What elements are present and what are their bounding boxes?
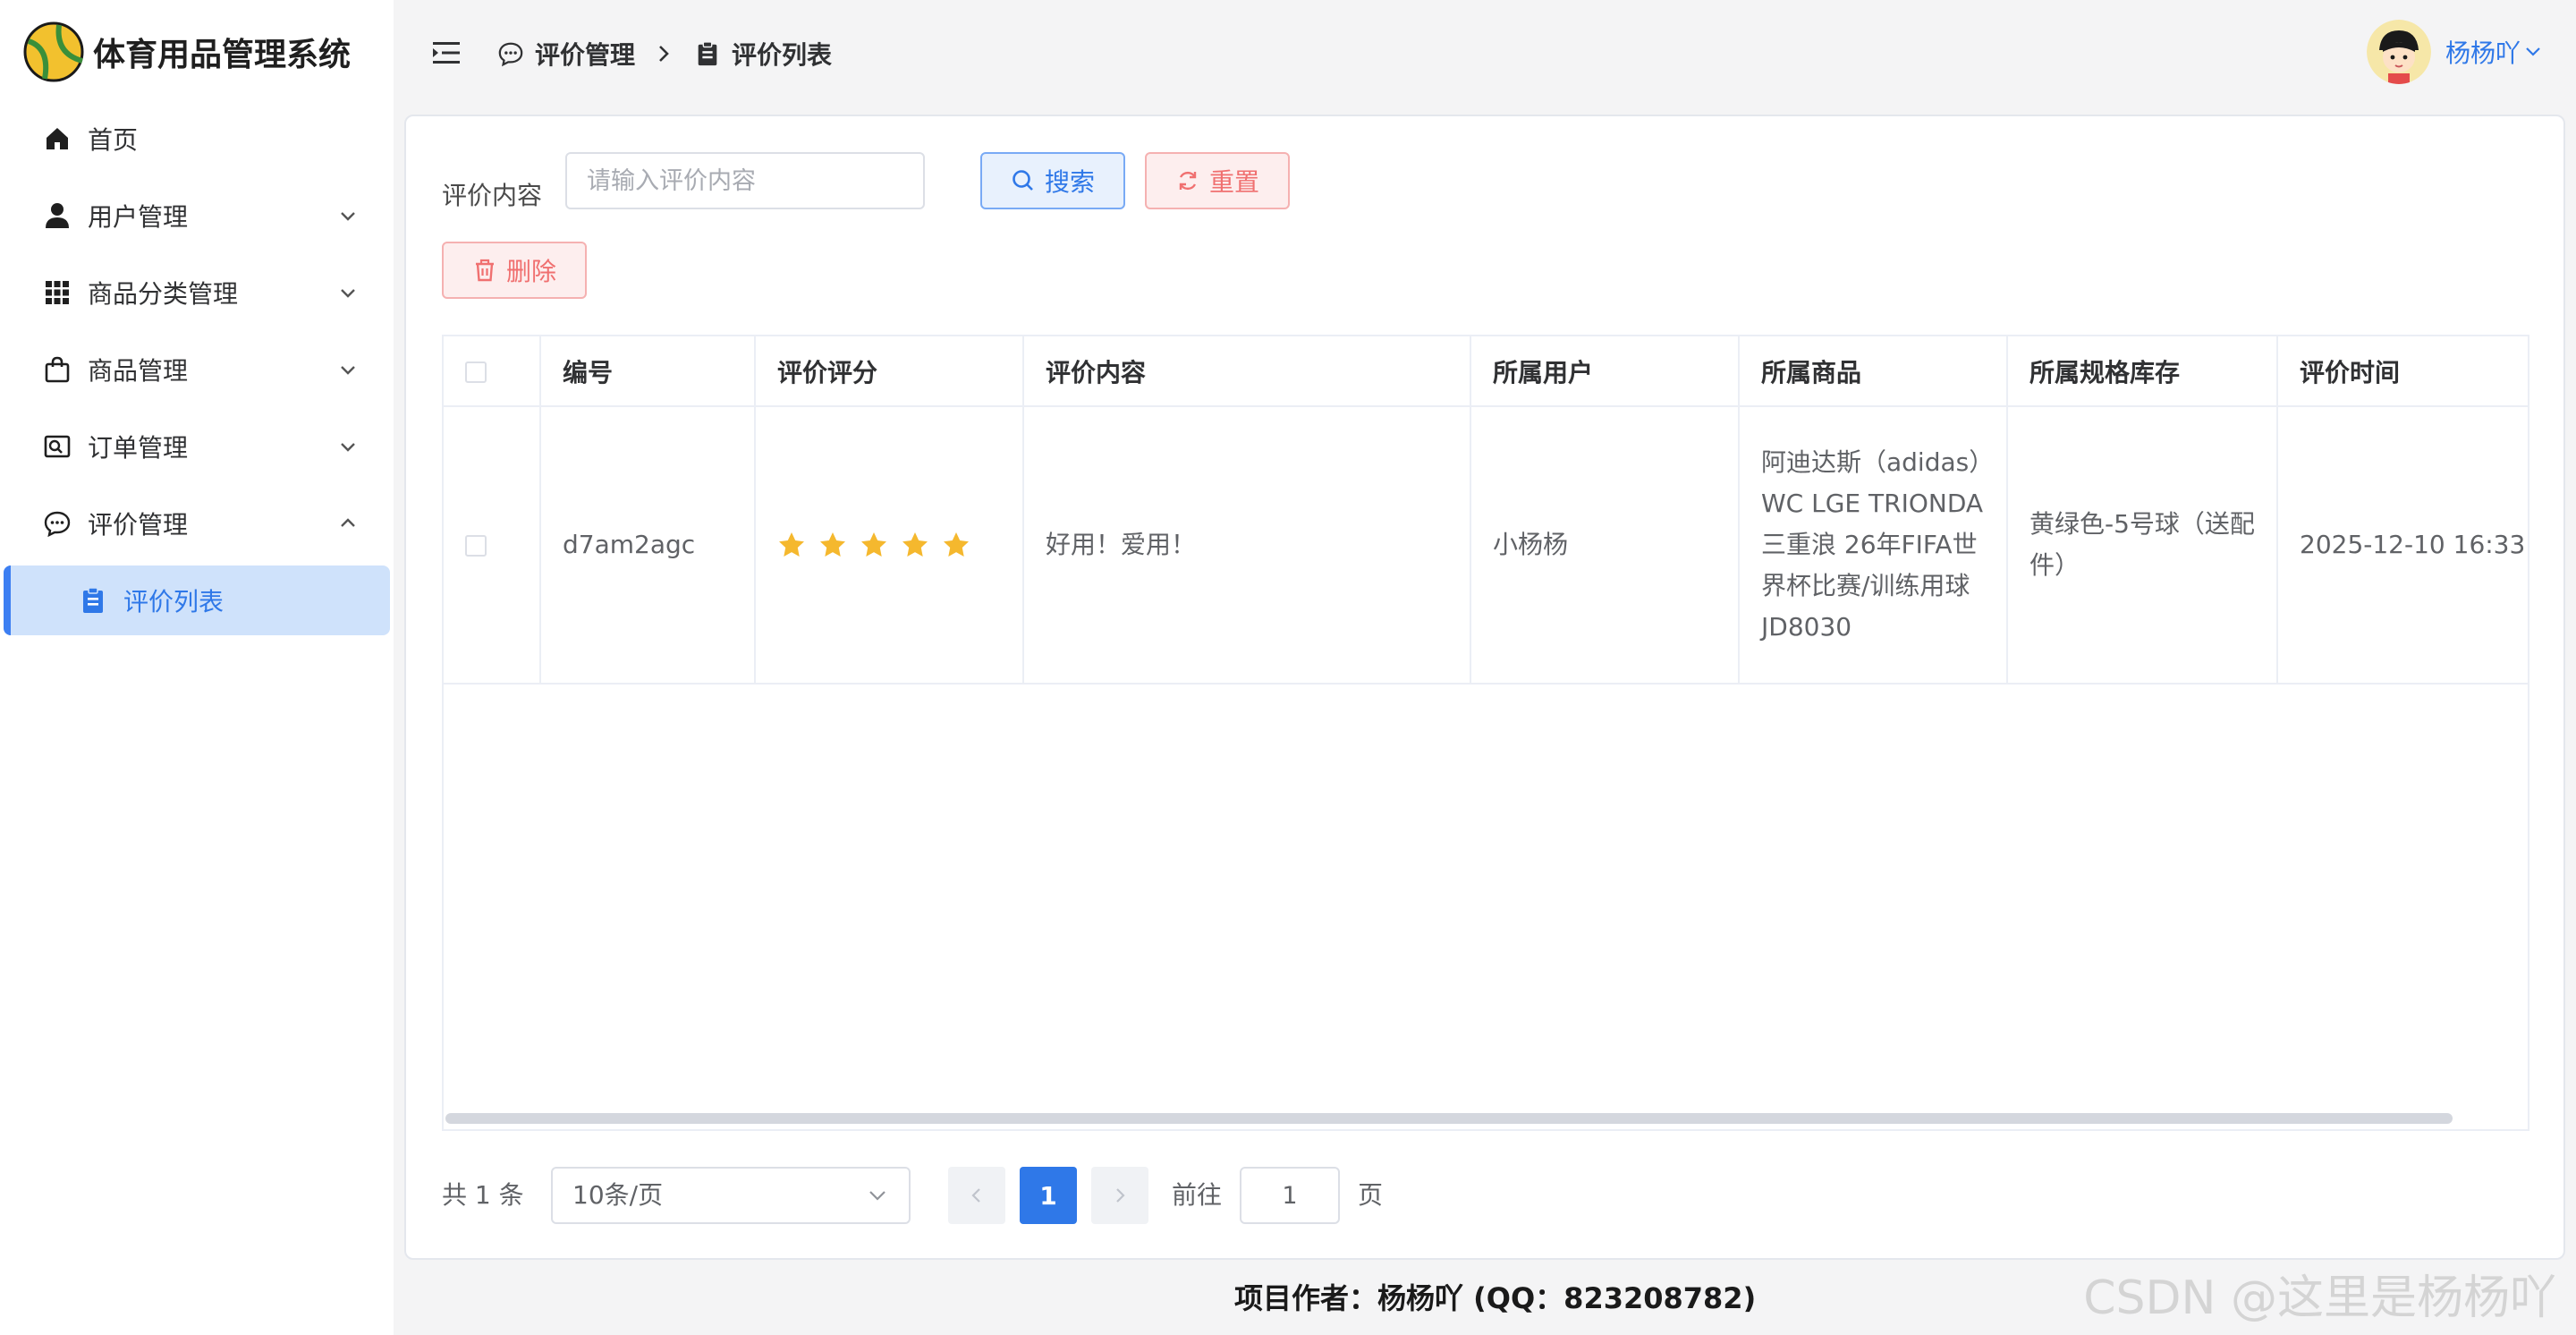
sidebar: 体育用品管理系统 首页 用户管理 商品分类管理 商品管理 订单管理 评价管理 评… <box>0 0 394 1335</box>
page-unit-label: 页 <box>1358 1180 1384 1210</box>
star-icon <box>779 532 804 557</box>
column-header: 评价内容 <box>1023 336 1471 407</box>
search-button-label: 搜索 <box>1044 167 1095 197</box>
footer-credit: 项目作者：杨杨吖 (QQ：823208782) <box>1234 1281 1757 1315</box>
table-header-row: 编号 评价评分 评价内容 所属用户 所属商品 所属规格库存 评价时间 <box>444 336 2528 407</box>
avatar <box>2366 20 2431 84</box>
user-icon <box>46 203 69 228</box>
delete-button[interactable]: 删除 <box>442 242 587 299</box>
app-title: 体育用品管理系统 <box>93 37 352 73</box>
sidebar-item-label: 用户管理 <box>88 202 189 232</box>
chat-icon <box>498 42 523 67</box>
page-number-button[interactable]: 1 <box>1020 1167 1077 1224</box>
row-checkbox[interactable] <box>465 535 487 557</box>
row-select-cell <box>444 406 541 685</box>
column-header: 所属商品 <box>1739 336 2008 407</box>
sidebar-item-review-list[interactable]: 评价列表 <box>4 565 390 635</box>
column-header: 所属规格库存 <box>2007 336 2278 407</box>
sidebar-item-label: 首页 <box>88 125 139 155</box>
breadcrumb-item-review-list: 评价列表 <box>732 40 833 70</box>
sidebar-item-reviews[interactable]: 评价管理 <box>7 489 390 558</box>
sidebar-item-home[interactable]: 首页 <box>7 104 390 174</box>
refresh-icon <box>1179 171 1197 191</box>
total-count: 共 1 条 <box>442 1180 524 1210</box>
horizontal-scrollbar[interactable] <box>445 1113 2453 1124</box>
reset-button-label: 重置 <box>1208 167 1259 197</box>
sidebar-item-users[interactable]: 用户管理 <box>7 181 390 251</box>
shopping-bag-icon <box>45 356 70 383</box>
star-icon <box>820 532 845 557</box>
star-icon <box>944 532 969 557</box>
table-row: d7am2agc 好用！爱用！ 小杨杨 阿迪达斯（adidas）WC LGE T… <box>444 406 2528 685</box>
chevron-left-icon <box>971 1188 980 1203</box>
search-button[interactable]: 搜索 <box>980 152 1125 209</box>
sidebar-item-label: 商品分类管理 <box>88 279 239 309</box>
sidebar-item-label: 订单管理 <box>88 433 189 463</box>
pagination: 共 1 条 10条/页 1 前往 页 <box>442 1167 1515 1224</box>
chevron-down-icon <box>341 289 355 298</box>
chevron-up-icon <box>341 518 355 527</box>
goto-label: 前往 <box>1172 1180 1223 1210</box>
sidebar-item-products[interactable]: 商品管理 <box>7 335 390 404</box>
menu-toggle-icon[interactable] <box>431 39 462 66</box>
sidebar-item-orders[interactable]: 订单管理 <box>7 412 390 481</box>
chevron-down-icon <box>341 366 355 375</box>
prev-page-button[interactable] <box>948 1167 1005 1224</box>
sidebar-item-categories[interactable]: 商品分类管理 <box>7 258 390 327</box>
cell-sku: 黄绿色-5号球（送配件） <box>2007 406 2278 685</box>
search-label: 评价内容 <box>442 181 543 210</box>
breadcrumb-item-reviews[interactable]: 评价管理 <box>535 36 635 72</box>
cell-rating <box>755 406 1024 685</box>
sidebar-item-label: 评价管理 <box>88 510 189 540</box>
chevron-down-icon <box>341 443 355 452</box>
order-icon <box>44 435 71 458</box>
search-icon <box>1013 170 1033 191</box>
cell-content: 好用！爱用！ <box>1023 406 1471 685</box>
reset-button[interactable]: 重置 <box>1145 152 1290 209</box>
content-card: 评价内容 搜索 重置 删除 编号 评价评分 评价内容 所属用户 <box>404 115 2565 1260</box>
star-icon <box>902 532 928 557</box>
home-icon <box>47 128 68 149</box>
chevron-down-icon <box>341 212 355 221</box>
search-input[interactable] <box>565 152 925 209</box>
cartoon-avatar-icon <box>2366 20 2431 84</box>
clipboard-icon <box>698 41 717 66</box>
sidebar-item-label: 评价列表 <box>123 587 225 616</box>
app-logo: 体育用品管理系统 <box>23 20 351 84</box>
page-size-value: 10条/页 <box>572 1180 664 1210</box>
column-header: 评价时间 <box>2277 336 2528 407</box>
star-icon <box>861 532 886 557</box>
csdn-watermark: CSDN @这里是杨杨吖 <box>2083 1271 2556 1325</box>
next-page-button[interactable] <box>1091 1167 1148 1224</box>
chevron-right-icon <box>659 46 669 62</box>
cell-product: 阿迪达斯（adidas）WC LGE TRIONDA 三重浪 26年FIFA世界… <box>1739 406 2008 685</box>
breadcrumb: 评价管理 评价列表 <box>497 34 832 73</box>
column-header: 评价评分 <box>755 336 1024 407</box>
chat-icon <box>44 511 71 538</box>
select-all-cell <box>444 336 541 407</box>
chevron-down-icon <box>869 1191 886 1201</box>
clipboard-icon <box>83 587 103 613</box>
tennis-ball-logo-icon <box>23 21 84 82</box>
page-size-select[interactable]: 10条/页 <box>551 1167 911 1224</box>
delete-button-label: 删除 <box>505 257 556 286</box>
cell-user: 小杨杨 <box>1470 406 1740 685</box>
star-rating <box>777 531 1001 559</box>
sidebar-item-label: 商品管理 <box>88 356 189 386</box>
select-all-checkbox[interactable] <box>465 361 487 383</box>
cell-time: 2025-12-10 16:33:0 <box>2277 406 2528 685</box>
cell-id: d7am2agc <box>540 406 756 685</box>
goto-page-input[interactable] <box>1240 1167 1340 1224</box>
column-header: 编号 <box>540 336 756 407</box>
username[interactable]: 杨杨吖 <box>2445 34 2521 70</box>
reviews-table: 编号 评价评分 评价内容 所属用户 所属商品 所属规格库存 评价时间 d7am2… <box>442 335 2529 1131</box>
chevron-right-icon <box>1116 1188 1125 1203</box>
column-header: 所属用户 <box>1470 336 1740 407</box>
grid-icon <box>46 281 69 304</box>
user-menu[interactable]: 杨杨吖 <box>2366 20 2542 84</box>
trash-icon <box>475 259 494 282</box>
chevron-down-icon[interactable] <box>2524 45 2542 59</box>
